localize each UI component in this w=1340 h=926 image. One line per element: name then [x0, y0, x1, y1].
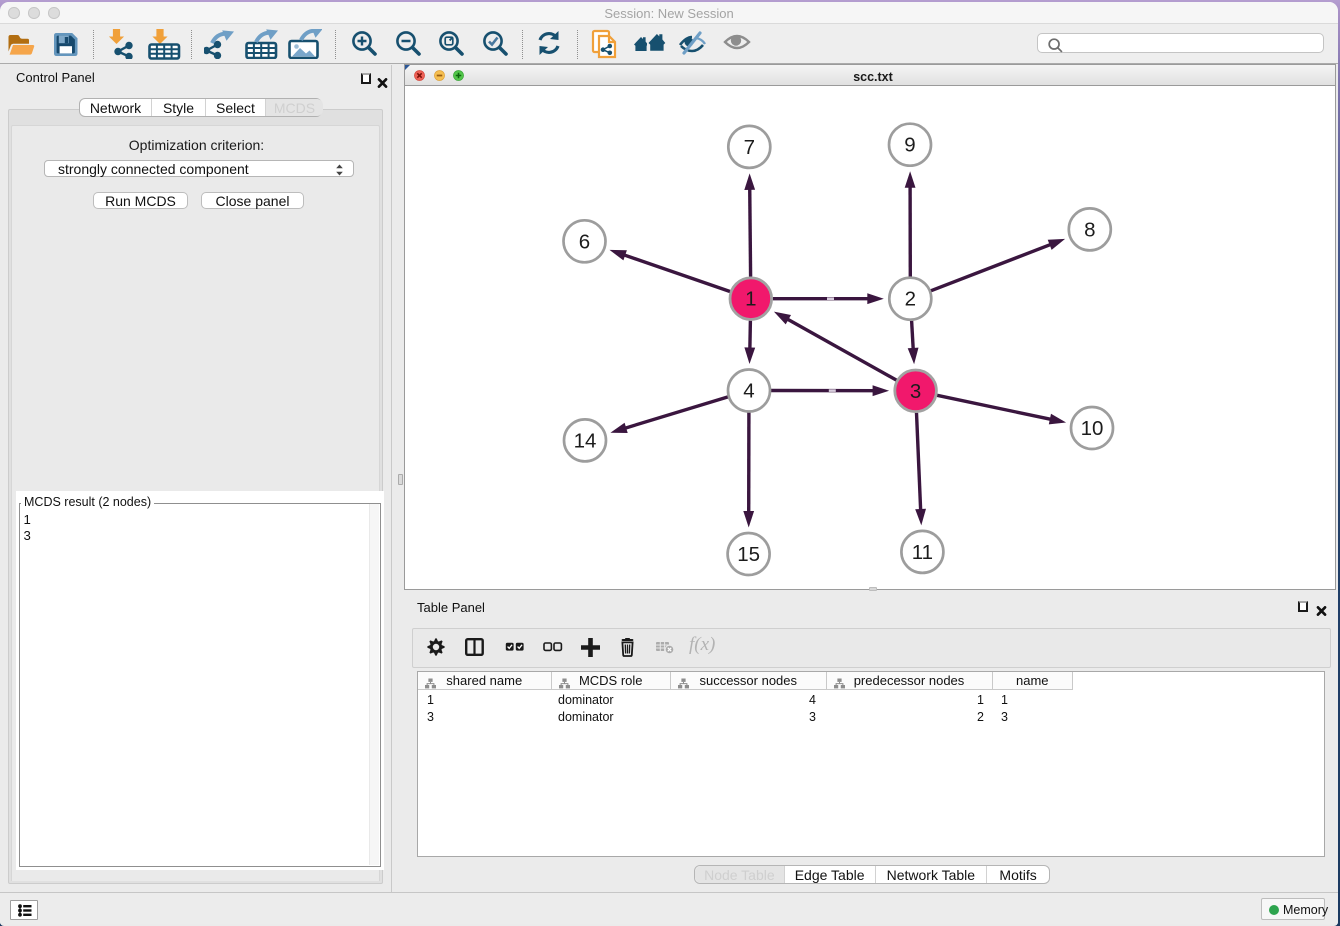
svg-text:15: 15 — [737, 543, 760, 566]
svg-text:4: 4 — [743, 380, 754, 403]
svg-text:8: 8 — [1084, 218, 1095, 241]
svg-text:11: 11 — [912, 541, 933, 564]
svg-text:1: 1 — [745, 288, 756, 311]
svg-text:6: 6 — [579, 230, 590, 253]
svg-text:3: 3 — [910, 380, 921, 403]
svg-text:14: 14 — [574, 429, 597, 452]
svg-text:2: 2 — [905, 288, 916, 311]
svg-text:7: 7 — [744, 136, 755, 159]
svg-text:9: 9 — [904, 134, 915, 157]
svg-text:10: 10 — [1081, 417, 1104, 440]
